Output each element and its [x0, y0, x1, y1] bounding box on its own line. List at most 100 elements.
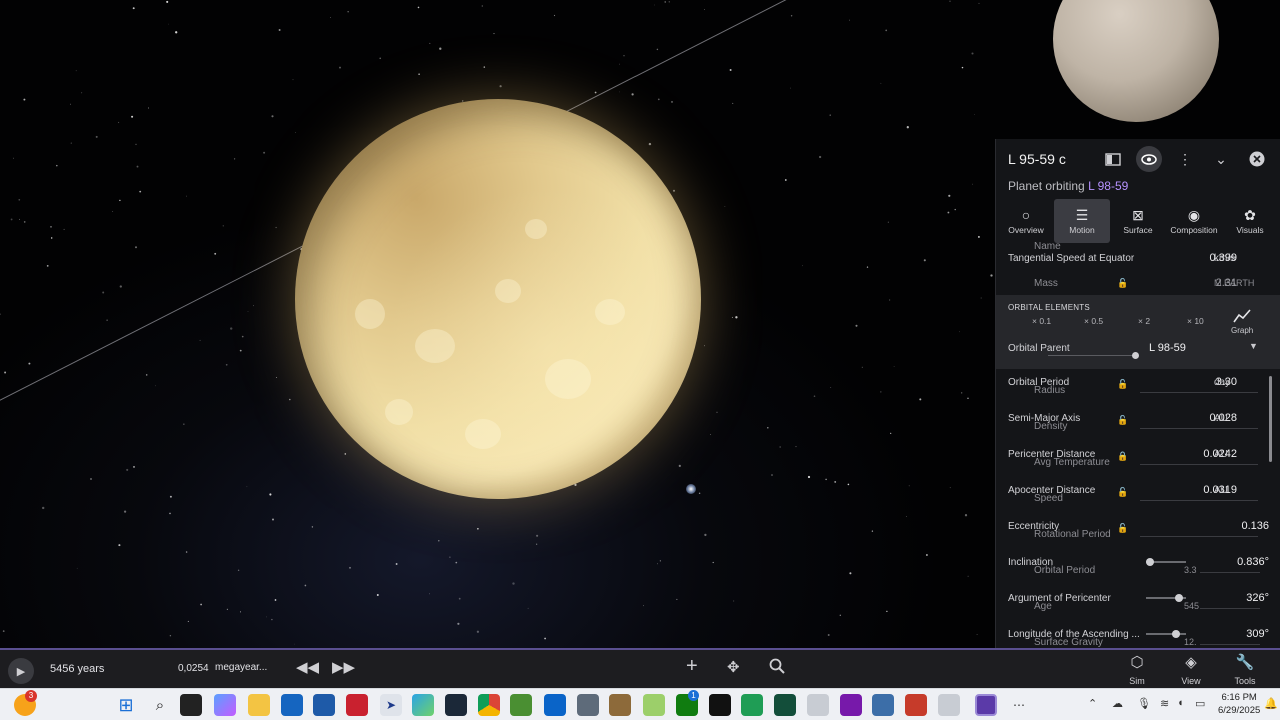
star [133, 466, 135, 468]
unlock-icon[interactable]: 🔓 [1117, 523, 1128, 534]
copilot-icon[interactable] [214, 694, 236, 716]
value-slider[interactable] [1146, 594, 1186, 602]
unlock-icon[interactable]: 🔓 [1117, 379, 1128, 390]
store-icon[interactable] [313, 694, 335, 716]
value-input[interactable] [1140, 443, 1258, 465]
wrench-icon: 🔧 [1235, 654, 1255, 671]
chrome-icon[interactable] [478, 694, 500, 716]
time-rate-unit[interactable]: megayear... [215, 662, 267, 673]
edge-icon[interactable] [412, 694, 434, 716]
notification-bell-icon[interactable]: 🔔 [1264, 697, 1278, 710]
onenote-icon[interactable] [840, 694, 862, 716]
lock-icon[interactable]: 🔒 [1117, 451, 1128, 462]
tab-composition[interactable]: ◉ Composition [1166, 199, 1222, 243]
star [849, 572, 852, 575]
speed-0-5-button[interactable]: × 0.5 [1084, 316, 1103, 326]
task-view-icon[interactable] [180, 694, 202, 716]
gallery-icon[interactable] [905, 694, 927, 716]
app-icon[interactable] [643, 694, 665, 716]
photos-icon[interactable] [609, 694, 631, 716]
system-clock[interactable]: 6:16 PM 6/29/2025 [1218, 691, 1260, 717]
settings-app-icon[interactable] [872, 694, 894, 716]
dell-icon[interactable] [281, 694, 303, 716]
lock-icon[interactable]: 🔓 [1117, 278, 1128, 289]
slider-knob[interactable] [1146, 558, 1154, 566]
time-rate-value[interactable]: 0,0254 [178, 663, 209, 674]
parent-link[interactable]: L 98-59 [1088, 179, 1128, 193]
more-icon[interactable]: ⋮ [1172, 146, 1198, 172]
search-icon[interactable]: ⌕ [149, 694, 171, 716]
cursor-app-icon[interactable]: ➤ [380, 694, 402, 716]
tab-motion[interactable]: ☰ Motion [1054, 199, 1110, 243]
microphone-icon[interactable]: 🎙 [1137, 697, 1151, 710]
orbital-row-value[interactable]: 0.836° [1237, 556, 1269, 568]
rewind-icon[interactable]: ◀◀ [296, 658, 319, 676]
slider-knob[interactable] [1171, 630, 1180, 638]
unlock-icon[interactable]: 🔓 [1117, 487, 1128, 498]
chat-icon[interactable] [741, 694, 763, 716]
tools-menu-button[interactable]: 🔧 Tools [1225, 654, 1265, 690]
tab-visuals[interactable]: ✿ Visuals [1222, 199, 1278, 243]
speed-10-button[interactable]: × 10 [1187, 316, 1204, 326]
star [784, 179, 787, 181]
universe-sandbox-icon[interactable] [975, 694, 997, 716]
star [118, 121, 120, 124]
unlock-icon[interactable]: 🔓 [1117, 415, 1128, 426]
panel-scrollbar[interactable] [1269, 376, 1272, 462]
wifi-icon[interactable]: ≋ [1160, 697, 1169, 710]
planet-l95-59c[interactable] [295, 99, 701, 499]
mouse-app-icon[interactable] [938, 694, 960, 716]
more-apps-icon[interactable]: ⋯ [1008, 694, 1030, 716]
value-input[interactable] [1140, 371, 1258, 393]
star [659, 560, 661, 562]
add-icon[interactable]: + [686, 655, 698, 678]
terminal-icon[interactable] [774, 694, 796, 716]
view-menu-button[interactable]: ◈ View [1171, 654, 1211, 690]
orbital-row-value[interactable]: 0.136 [1241, 520, 1269, 532]
fast-forward-icon[interactable]: ▶▶ [332, 658, 355, 676]
volume-icon[interactable]: ◖ [1177, 697, 1184, 709]
folder-icon[interactable] [807, 694, 829, 716]
windows-start-icon[interactable]: ⊞ [115, 694, 137, 716]
outlook-icon[interactable] [544, 694, 566, 716]
star [790, 15, 793, 17]
star [304, 584, 307, 587]
dropdown-arrow-icon[interactable]: ▼ [1249, 341, 1258, 351]
minecraft-icon[interactable] [510, 694, 532, 716]
speed-0-1-button[interactable]: × 0.1 [1032, 316, 1051, 326]
orbital-elements-section: ORBITAL ELEMENTS × 0.1 × 0.5 × 2 × 10 Gr… [996, 295, 1280, 369]
orbital-parent-value[interactable]: L 98-59 [1149, 342, 1186, 354]
value-slider[interactable] [1146, 558, 1186, 566]
graph-label[interactable]: Graph [1231, 326, 1253, 335]
slider-knob[interactable] [1174, 594, 1183, 602]
move-icon[interactable]: ✥ [727, 658, 740, 676]
mcafee-icon[interactable] [346, 694, 368, 716]
steam-icon[interactable] [445, 694, 467, 716]
value-input[interactable] [1140, 479, 1258, 501]
graph-icon[interactable] [1233, 309, 1251, 326]
tray-chevron-icon[interactable]: ⌃ [1088, 697, 1097, 710]
tab-overview[interactable]: ○ Overview [998, 199, 1054, 243]
eye-icon[interactable] [1136, 146, 1162, 172]
value-slider[interactable] [1146, 630, 1186, 638]
search-icon[interactable] [769, 658, 785, 678]
chevron-down-icon[interactable]: ⌄ [1208, 146, 1234, 172]
speed-2-button[interactable]: × 2 [1138, 316, 1150, 326]
play-button[interactable]: ▶ [8, 658, 34, 684]
close-icon[interactable] [1244, 146, 1270, 172]
file-explorer-icon[interactable] [248, 694, 270, 716]
sidebar-icon[interactable] [1100, 146, 1126, 172]
calculator-icon[interactable] [577, 694, 599, 716]
ghost-label: Density [1034, 421, 1068, 432]
value-input[interactable] [1140, 407, 1258, 429]
cloud-icon[interactable]: ☁ [1112, 697, 1123, 710]
orbital-row-value[interactable]: 309° [1246, 628, 1269, 640]
capcut-icon[interactable] [709, 694, 731, 716]
sim-menu-button[interactable]: ⬡ Sim [1117, 654, 1157, 690]
orbital-row-value[interactable]: 326° [1246, 592, 1269, 604]
star [106, 319, 108, 321]
tab-surface[interactable]: ⊠ Surface [1110, 199, 1166, 243]
value-input[interactable] [1140, 515, 1258, 537]
orbital-row: Longitude of the Ascending ... Surface Gr… [996, 625, 1280, 648]
battery-icon[interactable]: ▭ [1195, 697, 1205, 710]
